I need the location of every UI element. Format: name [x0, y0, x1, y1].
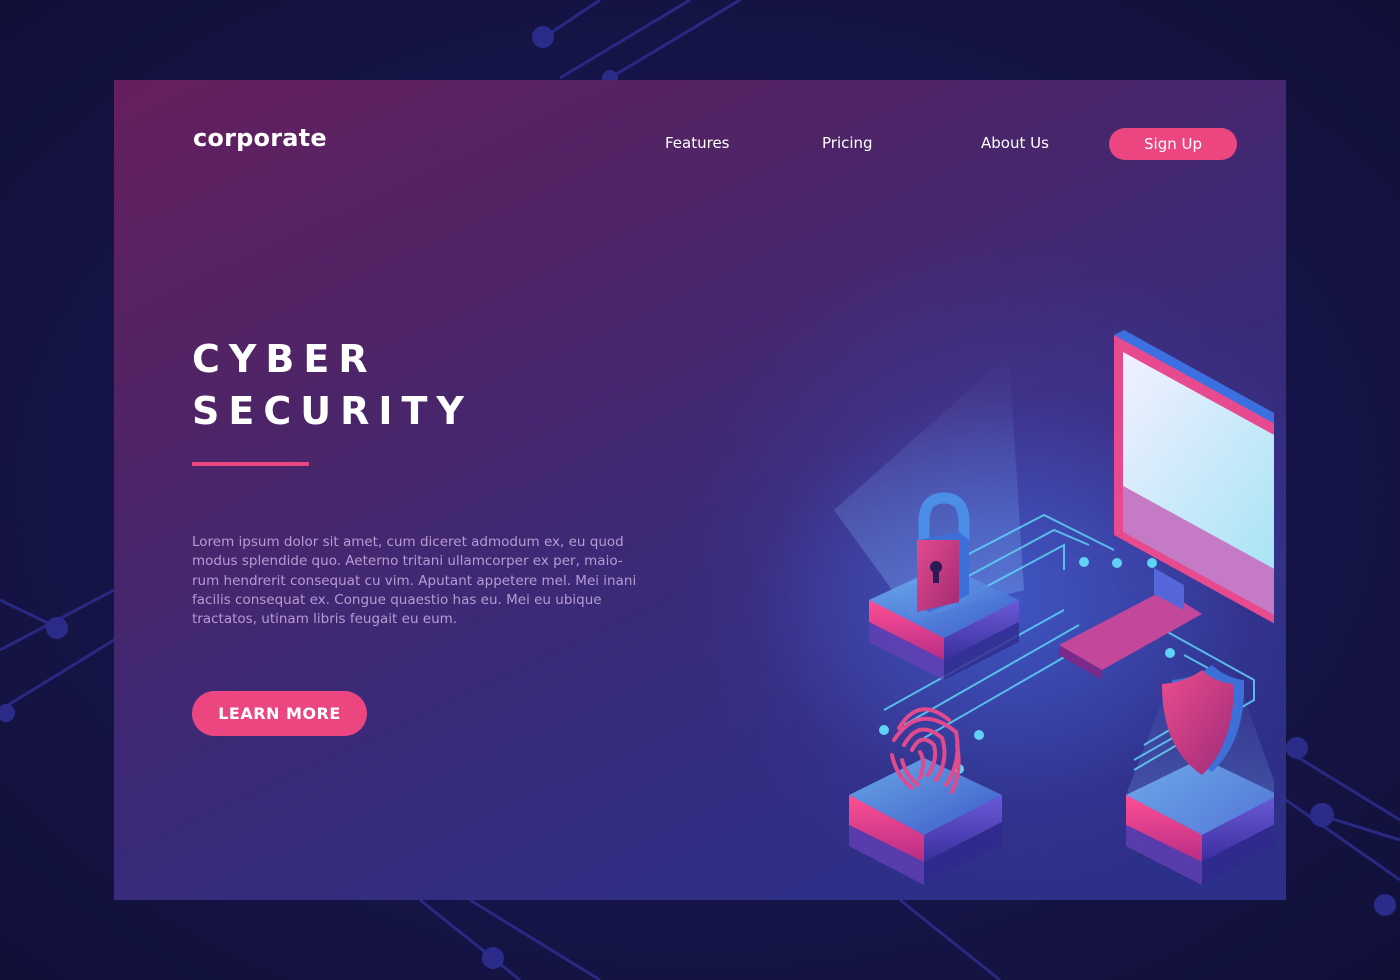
nav-link-pricing[interactable]: Pricing	[822, 134, 873, 152]
nav-link-features[interactable]: Features	[665, 134, 730, 152]
hero-title: CYBER SECURITY	[192, 333, 473, 437]
cyber-security-illustration	[754, 330, 1274, 885]
hero-description: Lorem ipsum dolor sit amet, cum diceret …	[192, 534, 637, 628]
learn-more-button[interactable]: LEARN MORE	[192, 691, 367, 736]
sign-up-button[interactable]: Sign Up	[1109, 128, 1237, 160]
nav-link-about-us[interactable]: About Us	[981, 134, 1049, 152]
hero-title-line-2: SECURITY	[192, 389, 473, 433]
hero-title-line-1: CYBER	[192, 337, 377, 381]
title-accent-divider	[192, 462, 309, 466]
brand-logo[interactable]: corporate	[193, 124, 327, 152]
landing-card: corporate Features Pricing About Us Sign…	[114, 80, 1286, 900]
